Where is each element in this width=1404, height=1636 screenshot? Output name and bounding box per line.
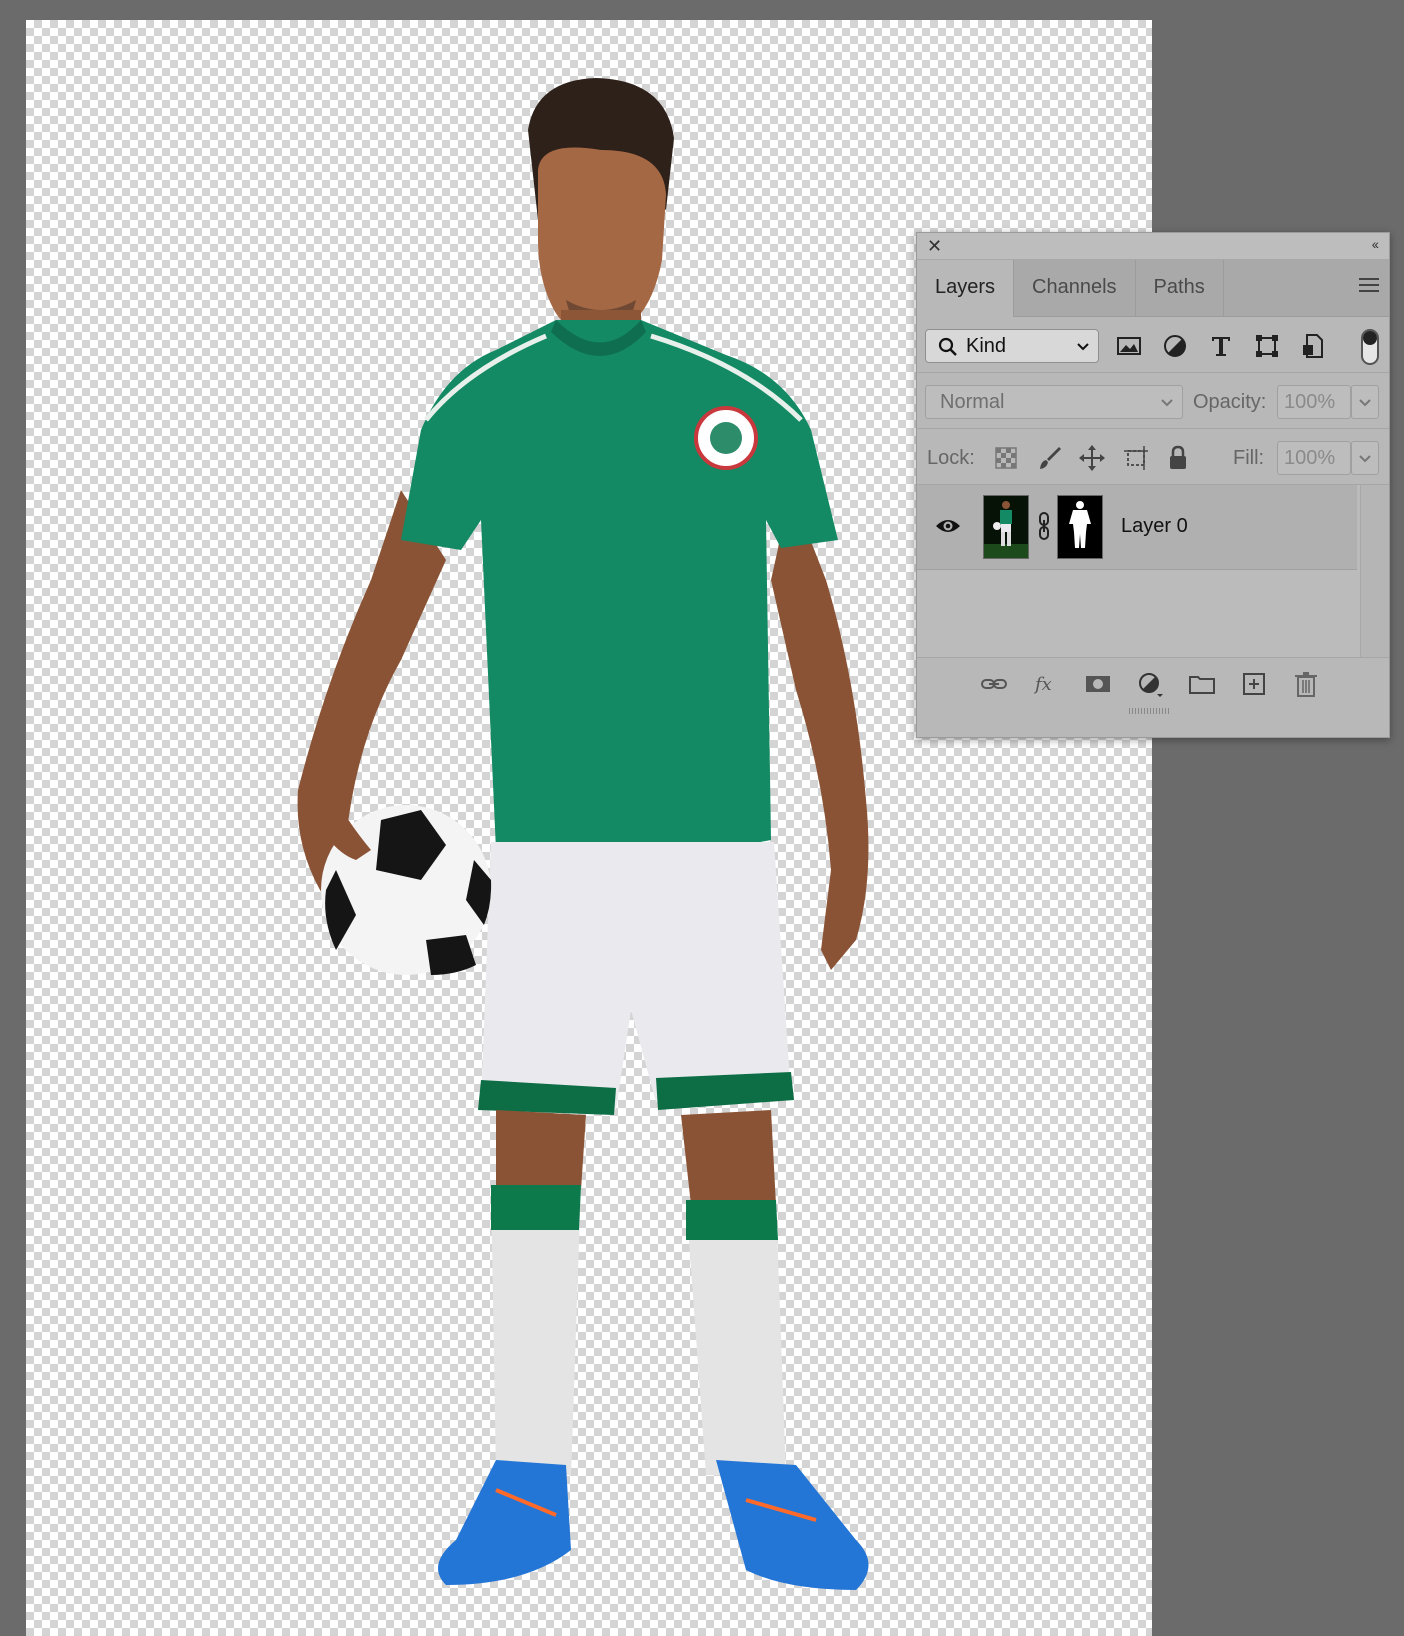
chevron-down-icon xyxy=(1359,455,1371,463)
smart-object-filter-icon[interactable] xyxy=(1297,330,1329,362)
svg-text:fx: fx xyxy=(1033,674,1052,695)
panel-resize-grip[interactable] xyxy=(1129,708,1169,714)
lock-position-icon[interactable] xyxy=(1077,443,1107,473)
layers-scrollbar[interactable] xyxy=(1360,485,1389,657)
lock-label: Lock: xyxy=(927,447,975,469)
layers-panel: ✕ ‹‹ Layers Channels Paths Kind Normal O… xyxy=(916,232,1390,738)
adjustment-filter-icon[interactable] xyxy=(1159,330,1191,362)
opacity-input[interactable]: 100% xyxy=(1277,385,1351,419)
fill-dropdown[interactable] xyxy=(1351,441,1379,475)
new-layer-icon[interactable] xyxy=(1239,670,1269,698)
chevron-down-icon xyxy=(1077,343,1089,351)
layers-list: Layer 0 xyxy=(917,485,1389,658)
opacity-dropdown[interactable] xyxy=(1351,385,1379,419)
layer-thumbnail[interactable] xyxy=(983,495,1029,559)
filter-row: Kind xyxy=(917,317,1389,373)
fill-input[interactable]: 100% xyxy=(1277,441,1351,475)
eye-visibility-icon[interactable] xyxy=(935,517,961,535)
layer-name[interactable]: Layer 0 xyxy=(1121,515,1188,538)
new-group-icon[interactable] xyxy=(1187,670,1217,698)
lock-row: Lock: Fill: 100% xyxy=(917,429,1389,485)
link-layers-icon[interactable] xyxy=(979,670,1009,698)
add-mask-icon[interactable] xyxy=(1083,670,1113,698)
panel-tabs: Layers Channels Paths xyxy=(917,260,1389,317)
image-filter-icon[interactable] xyxy=(1113,330,1145,362)
shape-filter-icon[interactable] xyxy=(1251,330,1283,362)
blend-mode-select[interactable]: Normal xyxy=(925,385,1183,419)
layer-thumbnail-image xyxy=(984,496,1028,558)
type-filter-icon[interactable] xyxy=(1205,330,1237,362)
tab-paths[interactable]: Paths xyxy=(1136,260,1224,316)
blend-row: Normal Opacity: 100% xyxy=(917,373,1389,429)
search-icon xyxy=(938,337,957,356)
chevron-down-icon xyxy=(1359,399,1371,407)
lock-all-icon[interactable] xyxy=(1163,443,1193,473)
filter-toggle[interactable] xyxy=(1361,329,1379,365)
blend-mode-label: Normal xyxy=(940,391,1005,413)
mask-silhouette-image xyxy=(1058,496,1102,558)
fill-label: Fill: xyxy=(1233,447,1265,469)
layer-row[interactable]: Layer 0 xyxy=(917,485,1357,570)
panel-menu-icon[interactable] xyxy=(1359,278,1379,296)
lock-image-pixels-icon[interactable] xyxy=(1035,443,1065,473)
lock-transparent-pixels-icon[interactable] xyxy=(991,443,1021,473)
delete-layer-icon[interactable] xyxy=(1291,670,1321,698)
layer-mask-thumbnail[interactable] xyxy=(1057,495,1103,559)
link-mask-icon[interactable] xyxy=(1037,511,1051,541)
kind-filter-select[interactable]: Kind xyxy=(925,329,1099,363)
new-adjustment-icon[interactable] xyxy=(1135,670,1165,698)
tab-layers[interactable]: Layers xyxy=(917,260,1015,317)
tab-channels[interactable]: Channels xyxy=(1014,260,1136,316)
lock-artboard-icon[interactable] xyxy=(1121,443,1151,473)
close-icon[interactable]: ✕ xyxy=(927,236,942,256)
kind-label: Kind xyxy=(966,335,1007,357)
panel-bottom-bar: fx xyxy=(917,658,1389,714)
panel-titlebar[interactable]: ✕ ‹‹ xyxy=(917,233,1389,260)
collapse-panel-icon[interactable]: ‹‹ xyxy=(1372,236,1379,252)
fx-icon[interactable]: fx xyxy=(1031,670,1061,698)
chevron-down-icon xyxy=(1161,399,1173,407)
opacity-label: Opacity: xyxy=(1193,391,1267,413)
